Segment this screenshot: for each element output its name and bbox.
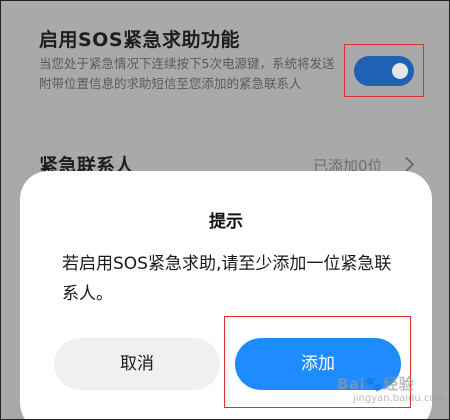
sos-setting-title: 启用SOS紧急求助功能 (39, 29, 241, 51)
dialog-message: 若启用SOS紧急求助,请至少添加一位紧急联系人。 (62, 254, 392, 304)
watermark-brand: Bai (337, 375, 366, 393)
cancel-button[interactable]: 取消 (54, 338, 220, 390)
sos-setting-description: 当您处于紧急情况下连续按下5次电源键，系统将发送附带位置信息的求助短信至您添加的… (39, 56, 335, 91)
toggle-knob (392, 63, 408, 79)
baidu-watermark: Bai🐾经验 (337, 373, 414, 394)
phone-screen: 启用SOS紧急求助功能 当您处于紧急情况下连续按下5次电源键，系统将发送附带位置… (0, 0, 450, 420)
sos-toggle-switch[interactable] (354, 56, 414, 86)
watermark-url: jingyan.baidu.com (353, 393, 446, 404)
paw-icon: 🐾 (365, 377, 384, 393)
toggle-highlight-box (344, 44, 424, 97)
chevron-right-icon[interactable] (398, 156, 415, 173)
dialog-title: 提示 (209, 212, 243, 232)
watermark-brand-suffix: 经验 (383, 375, 415, 393)
